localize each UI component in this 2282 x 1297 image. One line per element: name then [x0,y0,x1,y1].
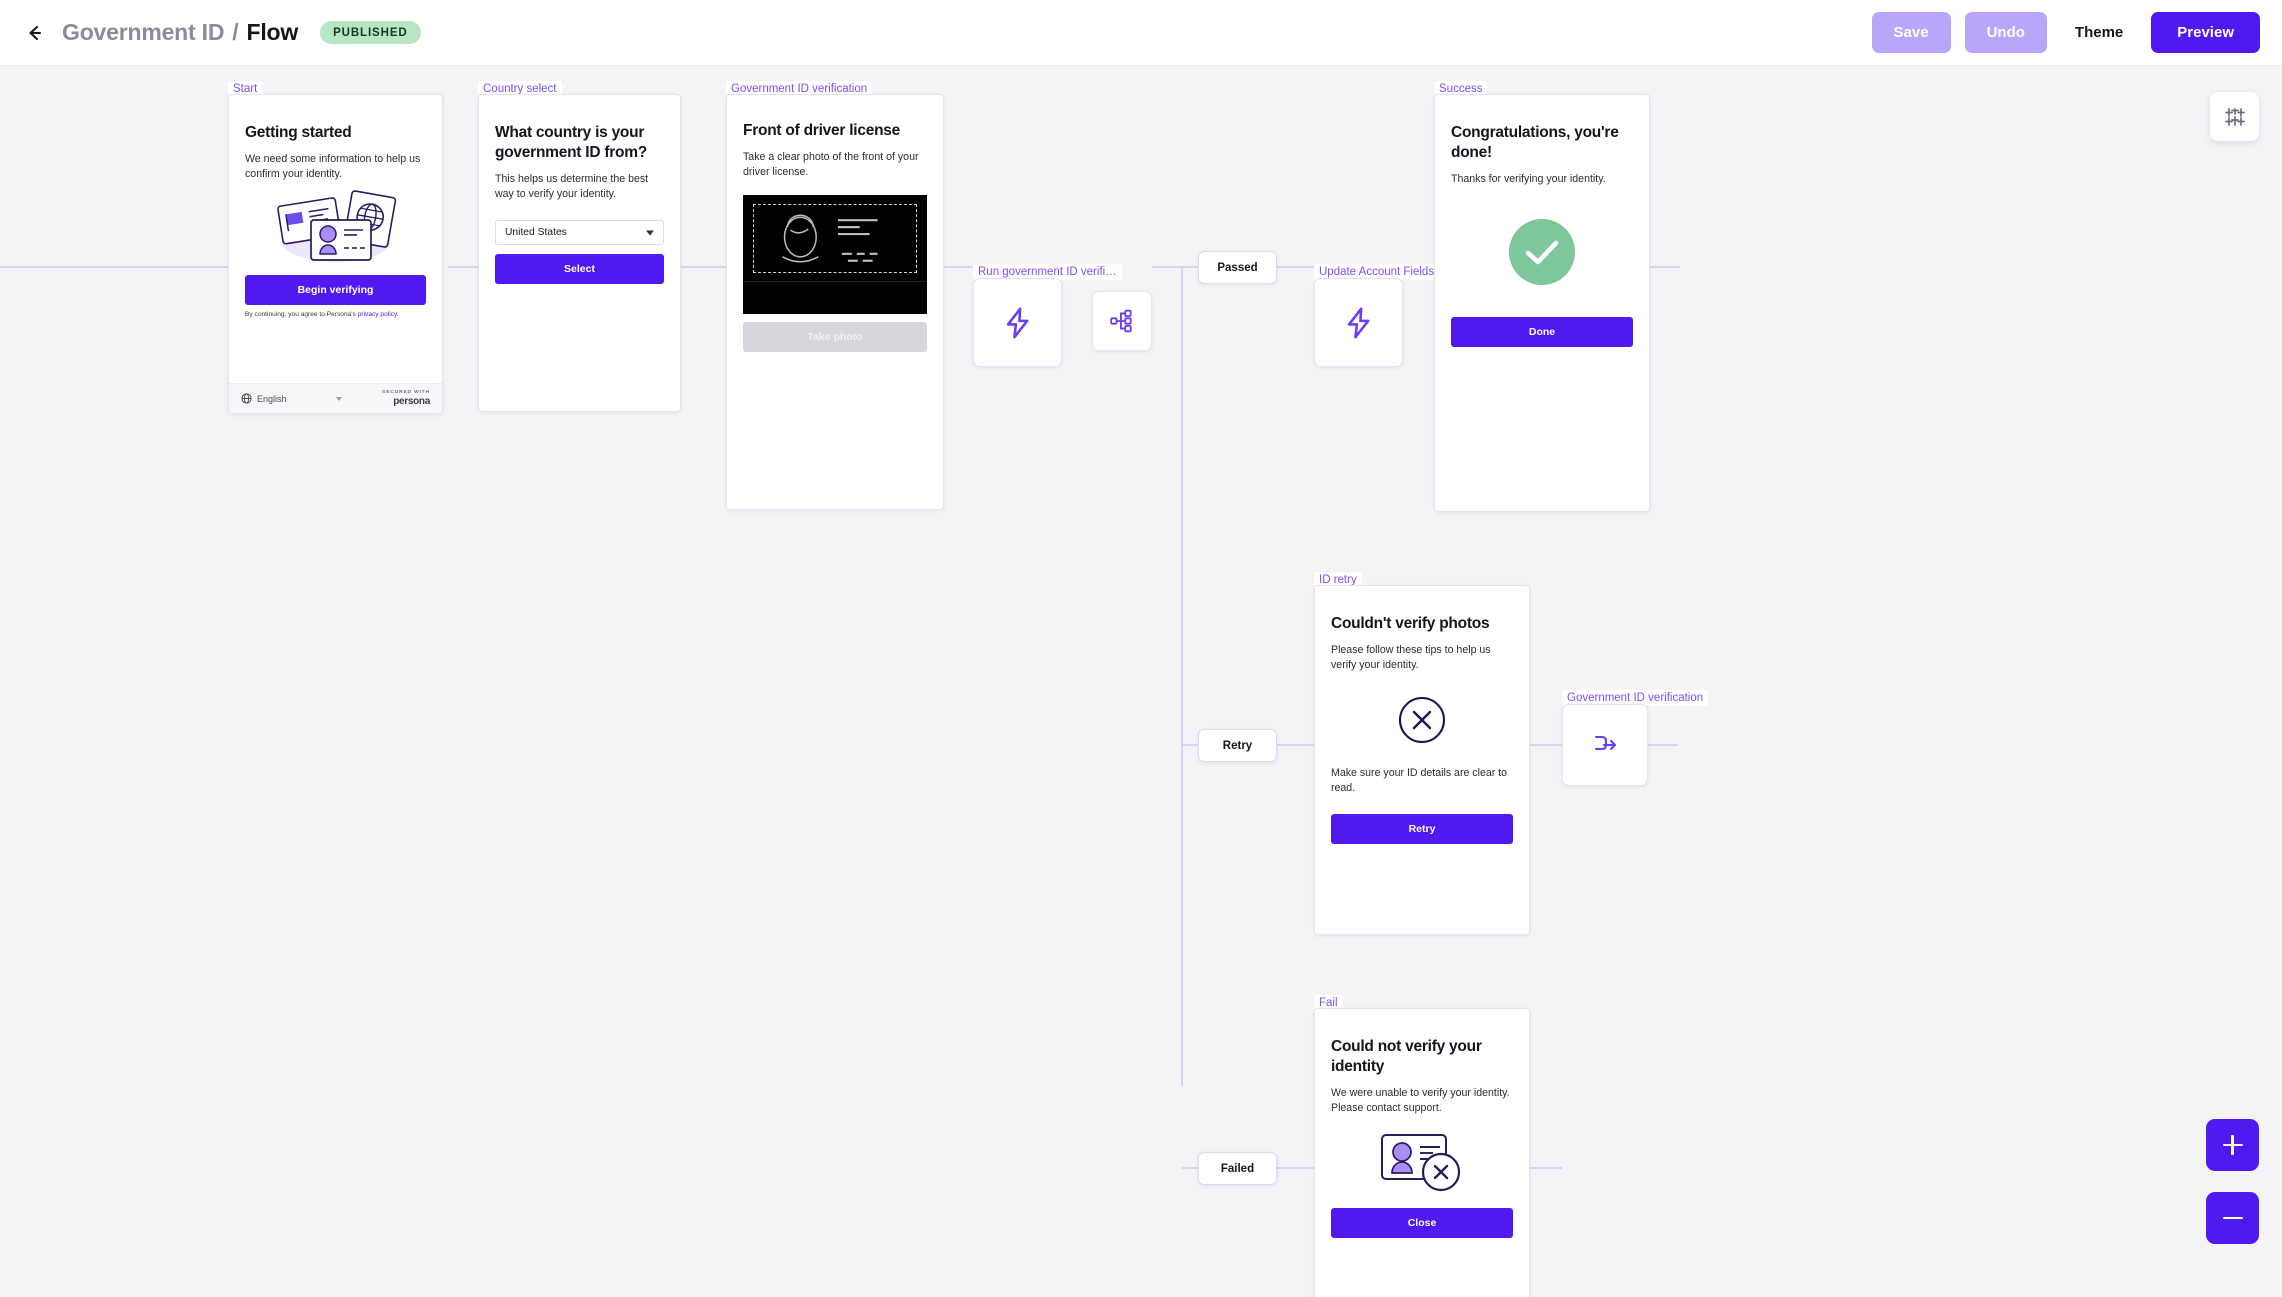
status-badge: PUBLISHED [320,21,421,44]
start-description: We need some information to help us conf… [245,152,421,181]
save-button[interactable]: Save [1871,12,1951,53]
chevron-down-icon [646,230,654,236]
start-title: Getting started [245,124,352,141]
language-label: English [257,393,287,404]
retry-button[interactable]: Retry [1331,814,1513,845]
theme-button[interactable]: Theme [2061,12,2137,53]
id-retry-title: Couldn't verify photos [1331,615,1490,632]
lightning-bolt-icon [1006,307,1028,338]
chevron-down-icon [335,396,342,401]
privacy-policy-link[interactable]: privacy policy [358,311,397,318]
persona-logo: persona [393,395,430,407]
node-screen-fail[interactable]: Could not verify your identity We were u… [1314,1008,1530,1297]
branch-label-failed[interactable]: Failed [1198,1152,1277,1185]
select-button[interactable]: Select [495,254,664,285]
close-button[interactable]: Close [1331,1208,1513,1239]
globe-icon [241,393,252,404]
branch-tree-icon [1110,309,1132,333]
success-title: Congratulations, you're done! [1451,124,1619,161]
begin-verifying-button[interactable]: Begin verifying [245,274,426,305]
id-documents-illustration [245,183,426,275]
sliders-icon [2224,107,2245,126]
fail-title: Could not verify your identity [1331,1038,1482,1075]
gov-id-description: Take a clear photo of the front of your … [743,150,919,179]
node-update-account-fields[interactable] [1314,278,1403,367]
legal-suffix: . [396,310,399,318]
lightning-bolt-icon [1347,307,1369,338]
take-photo-button[interactable]: Take photo [743,321,927,352]
node-screen-gov-id-verification[interactable]: Front of driver license Take a clear pho… [726,94,944,510]
branch-label-passed[interactable]: Passed [1198,251,1277,284]
screen-footer: English SECURED WITH persona [229,383,442,413]
breadcrumb-parent[interactable]: Government ID [62,19,224,46]
secured-with-label: SECURED WITH [382,389,430,395]
branch-label-retry[interactable]: Retry [1198,729,1277,762]
id-preview-outline [782,214,878,263]
top-bar: Government ID / Flow PUBLISHED Save Undo… [0,0,2282,66]
back-button[interactable] [22,20,48,46]
fail-description: We were unable to verify your identity. … [1331,1086,1510,1115]
country-dropdown[interactable]: United States [495,220,664,246]
x-circle-icon [1331,674,1513,766]
legal-text: By continuing, you agree to Persona's pr… [245,311,426,318]
country-dropdown-value: United States [505,227,567,239]
country-select-description: This helps us determine the best way to … [495,172,649,201]
success-description: Thanks for verifying your identity. [1451,172,1606,185]
node-goto-gov-id-verification[interactable] [1562,704,1648,786]
id-retry-tip: Make sure your ID details are clear to r… [1331,766,1508,794]
node-screen-country-select[interactable]: What country is your government ID from?… [478,94,681,412]
language-selector[interactable]: English [241,393,342,404]
node-screen-id-retry[interactable]: Couldn't verify photos Please follow the… [1314,585,1530,935]
gov-id-title: Front of driver license [743,122,901,139]
minus-icon [2222,1216,2243,1220]
done-button[interactable]: Done [1451,317,1633,348]
persona-branding: SECURED WITH persona [382,390,430,407]
breadcrumb-separator: / [232,19,239,45]
zoom-out-button[interactable] [2206,1192,2259,1244]
undo-button[interactable]: Undo [1964,12,2047,53]
legal-prefix: By continuing, you agree to Persona's [245,310,358,318]
country-select-title: What country is your government ID from? [495,124,647,161]
flow-canvas[interactable]: Start Getting started We need some infor… [0,66,2282,1297]
id-retry-description: Please follow these tips to help us veri… [1331,643,1491,672]
arrow-left-icon [29,25,42,40]
camera-viewfinder[interactable] [743,194,927,314]
top-bar-actions: Save Undo Theme Preview [1871,12,2260,53]
breadcrumb: Government ID / Flow [62,19,298,46]
node-branch[interactable] [1092,291,1152,351]
zoom-in-button[interactable] [2206,1119,2259,1171]
goto-arrow-icon [1594,735,1617,751]
node-run-gov-id-verification[interactable] [973,278,1062,367]
preview-button[interactable]: Preview [2151,12,2260,53]
page-title: Flow [246,19,299,45]
canvas-settings-button[interactable] [2210,92,2259,141]
check-circle-icon [1451,187,1633,317]
node-screen-success[interactable]: Congratulations, you're done! Thanks for… [1434,94,1650,512]
id-card-rejected-illustration [1331,1116,1513,1208]
node-screen-start[interactable]: Getting started We need some information… [228,94,443,414]
